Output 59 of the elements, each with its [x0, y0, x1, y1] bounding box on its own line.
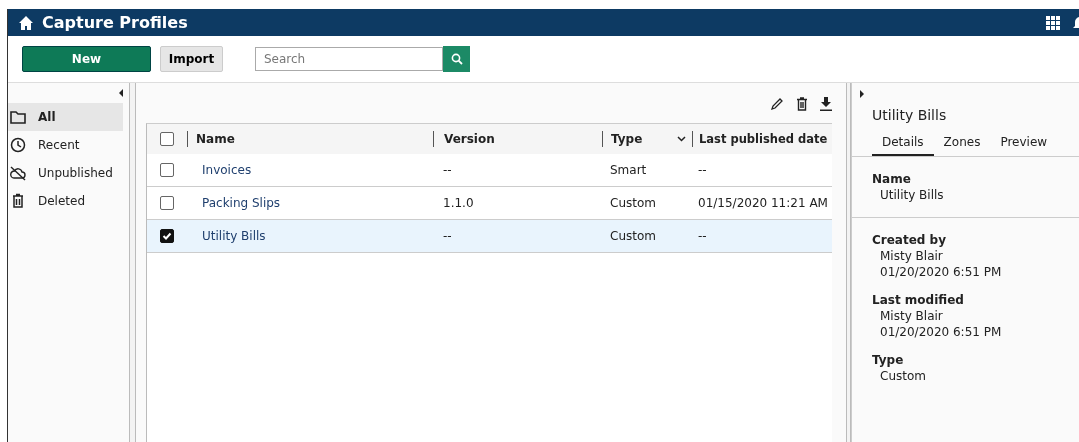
- sidebar-item[interactable]: Unpublished: [8, 159, 123, 187]
- chevron-down-icon[interactable]: [677, 136, 686, 142]
- bell-icon[interactable]: [1072, 14, 1079, 31]
- cloud-off-icon: [10, 165, 26, 181]
- field-value: Custom: [879, 368, 927, 384]
- column-header[interactable]: Name: [187, 131, 433, 147]
- field-label: Type: [872, 352, 905, 368]
- tab[interactable]: Zones: [933, 129, 991, 156]
- profile-link[interactable]: Utility Bills: [202, 229, 266, 243]
- sidebar-item[interactable]: Recent: [8, 131, 123, 159]
- window-title: Capture Profiles: [42, 13, 188, 32]
- folder-icon: [10, 109, 26, 125]
- table-cell: Custom: [610, 196, 656, 210]
- trash-icon: [10, 193, 26, 209]
- delete-icon[interactable]: [796, 97, 808, 111]
- checkbox[interactable]: [160, 163, 174, 177]
- tab[interactable]: Preview: [990, 129, 1058, 156]
- field-value: 01/20/2020 6:51 PM: [879, 264, 1003, 280]
- table-cell: Custom: [610, 229, 656, 243]
- collapse-left-icon[interactable]: [119, 89, 123, 97]
- sidebar-item[interactable]: Deleted: [8, 187, 123, 215]
- table-cell: Smart: [610, 163, 647, 177]
- search-field[interactable]: Search: [255, 47, 443, 71]
- table-cell: --: [698, 163, 707, 177]
- column-header[interactable]: Last published date: [692, 131, 832, 147]
- field-value: Misty Blair: [879, 308, 944, 324]
- sidebar-item[interactable]: All: [8, 103, 123, 131]
- table-row[interactable]: Invoices -- Smart --: [147, 154, 832, 187]
- home-icon[interactable]: [18, 14, 34, 31]
- checkbox[interactable]: [160, 132, 174, 146]
- clock-icon: [10, 137, 26, 153]
- profile-link[interactable]: Invoices: [202, 163, 252, 177]
- table-cell: --: [443, 163, 452, 177]
- checkbox[interactable]: [160, 196, 174, 210]
- expand-right-icon[interactable]: [860, 90, 864, 98]
- profile-link[interactable]: Packing Slips: [202, 196, 281, 210]
- table-cell: 1.1.0: [443, 196, 474, 210]
- search-button[interactable]: [443, 46, 470, 72]
- panel-title: Utility Bills: [871, 106, 948, 125]
- search-icon: [450, 53, 463, 65]
- download-icon[interactable]: [820, 97, 832, 111]
- grid-icon[interactable]: [1046, 15, 1060, 30]
- new-button[interactable]: New: [22, 46, 151, 72]
- field-value: Misty Blair: [879, 248, 944, 264]
- table-cell: --: [443, 229, 452, 243]
- field-label: Last modified: [872, 292, 965, 308]
- field-value: 01/20/2020 6:51 PM: [879, 324, 1003, 340]
- edit-icon[interactable]: [770, 97, 784, 111]
- table-cell: --: [698, 229, 707, 243]
- import-button[interactable]: Import: [160, 46, 223, 72]
- field-label: Created by: [872, 232, 947, 248]
- column-header[interactable]: Type: [611, 132, 643, 146]
- field-label: Name: [872, 171, 912, 187]
- tab[interactable]: Details: [872, 129, 934, 156]
- column-header[interactable]: Version: [433, 131, 602, 147]
- table-row[interactable]: Utility Bills -- Custom --: [147, 220, 832, 253]
- table-cell: 01/15/2020 11:21 AM: [698, 196, 828, 210]
- field-value: Utility Bills: [879, 187, 945, 203]
- checkbox[interactable]: [160, 229, 174, 243]
